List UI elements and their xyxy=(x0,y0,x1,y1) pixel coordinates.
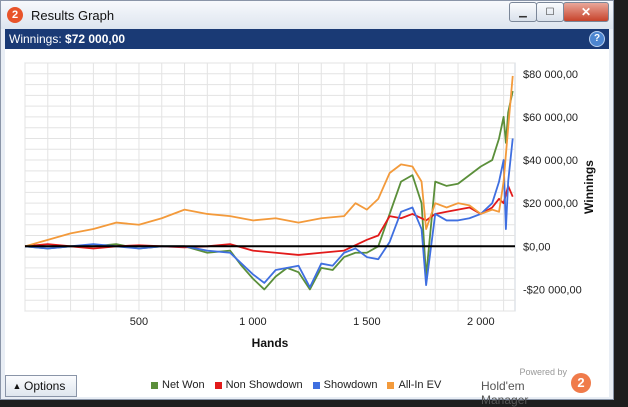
y-axis-title: Winnings xyxy=(582,160,596,214)
window-controls: ▁ ☐ ✕ xyxy=(509,2,609,22)
chart-legend: Net Won Non Showdown Showdown All-In EV xyxy=(151,379,451,391)
legend-item[interactable]: Non Showdown xyxy=(214,379,303,391)
legend-label: All-In EV xyxy=(398,379,442,391)
x-tick-label: 2 000 xyxy=(467,316,495,328)
window-title: Results Graph xyxy=(31,8,115,23)
legend-item[interactable]: Net Won xyxy=(151,379,205,391)
close-button[interactable]: ✕ xyxy=(563,2,609,22)
winnings-value: $72 000,00 xyxy=(65,32,126,46)
brand-block: Powered by Hold'em Manager 2 xyxy=(481,367,591,407)
legend-label: Showdown xyxy=(323,379,378,391)
x-tick-label: 1 000 xyxy=(239,316,267,328)
app-icon: 2 xyxy=(7,7,23,23)
x-axis-title: Hands xyxy=(252,336,289,350)
legend-swatch xyxy=(214,381,222,389)
plot-area xyxy=(24,62,516,312)
maximize-button[interactable]: ☐ xyxy=(536,2,564,22)
legend-swatch xyxy=(151,381,158,389)
y-tick-label: $60 000,00 xyxy=(523,112,578,124)
winnings-summary: Winnings: $72 000,00 xyxy=(9,32,125,46)
y-tick-label: $40 000,00 xyxy=(523,155,578,167)
options-button[interactable]: ▲ Options xyxy=(5,375,77,397)
y-tick-label: $80 000,00 xyxy=(523,69,578,81)
options-label: Options xyxy=(24,379,66,393)
winnings-header: Winnings: $72 000,00 ? xyxy=(5,29,609,49)
chart-panel: 500 1 000 1 500 2 000 -$20 000,00 $0,00 $20 00… xyxy=(5,49,609,397)
x-tick-label: 1 500 xyxy=(353,316,381,328)
legend-item[interactable]: All-In EV xyxy=(387,379,441,391)
x-tick-label: 500 xyxy=(130,316,148,328)
powered-by: Powered by xyxy=(519,367,567,377)
legend-swatch xyxy=(387,381,395,389)
legend-item[interactable]: Showdown xyxy=(312,379,378,391)
legend-swatch xyxy=(312,381,320,389)
results-chart: 500 1 000 1 500 2 000 -$20 000,00 $0,00 $20 00… xyxy=(24,62,596,350)
maximize-icon: ☐ xyxy=(545,6,555,18)
brand-logo-icon: 2 xyxy=(571,373,591,393)
legend-label: Net Won xyxy=(162,379,205,391)
close-icon: ✕ xyxy=(580,5,592,19)
chevron-up-icon: ▲ xyxy=(12,381,22,391)
winnings-label: Winnings: xyxy=(9,32,62,46)
y-tick-label: -$20 000,00 xyxy=(523,284,582,296)
legend-label: Non Showdown xyxy=(225,379,303,391)
results-graph-window: 2 Results Graph ▁ ☐ ✕ Winnings: $72 000,… xyxy=(0,0,614,407)
brand-name: Hold'em Manager xyxy=(481,379,529,407)
y-tick-label: $20 000,00 xyxy=(523,198,578,210)
minimize-button[interactable]: ▁ xyxy=(509,2,537,22)
minimize-icon: ▁ xyxy=(519,6,527,18)
y-tick-label: $0,00 xyxy=(523,241,551,253)
title-bar[interactable]: 2 Results Graph ▁ ☐ ✕ xyxy=(1,1,613,29)
help-icon[interactable]: ? xyxy=(589,31,605,47)
